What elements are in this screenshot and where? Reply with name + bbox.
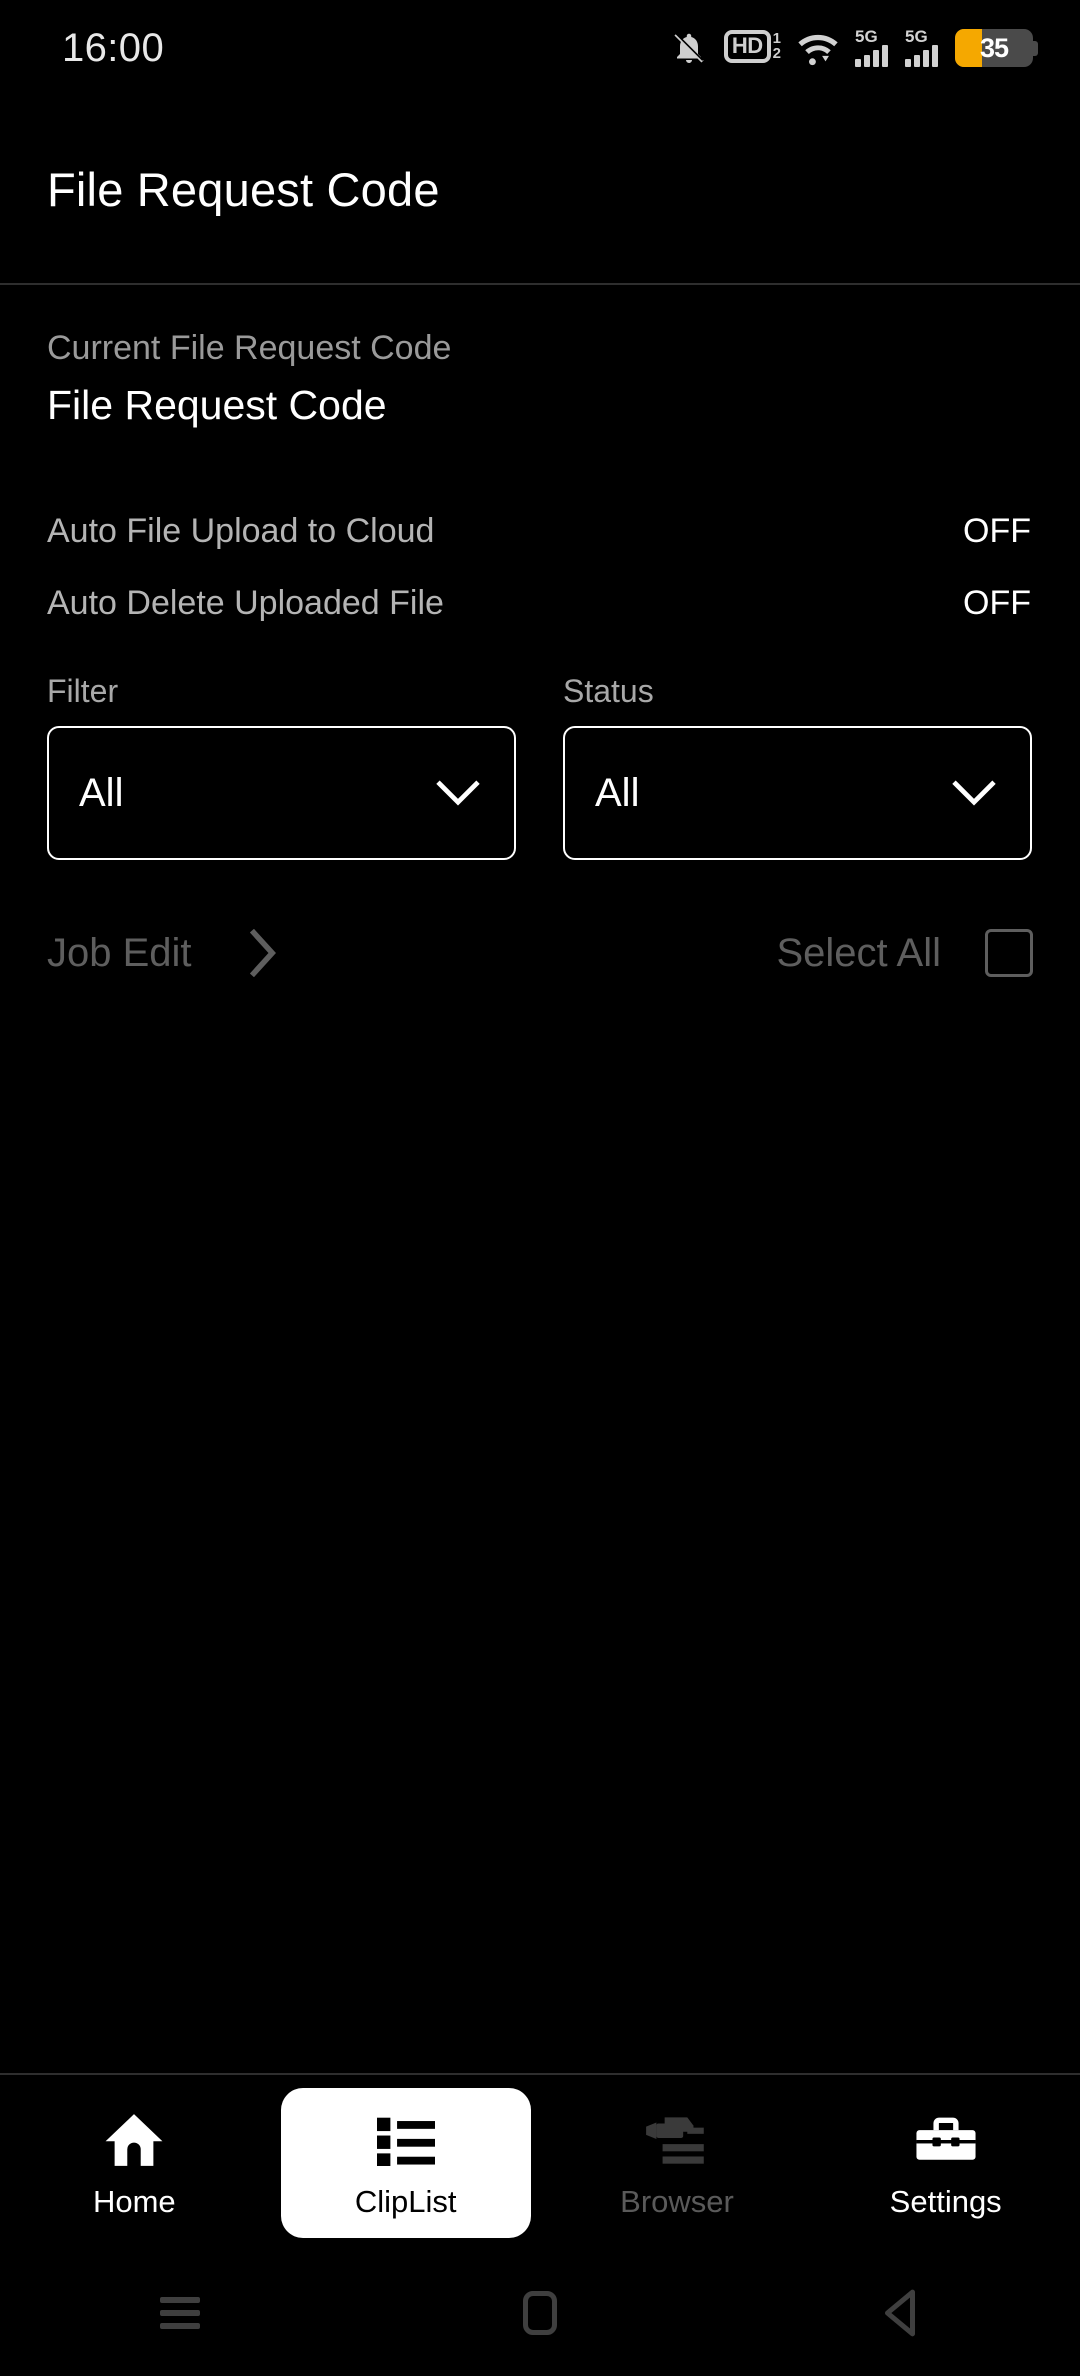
option-label: Auto File Upload to Cloud: [47, 511, 435, 550]
job-action-row: Job Edit Select All: [0, 918, 1080, 988]
filter-select[interactable]: All: [47, 726, 516, 860]
android-navigation-bar: [0, 2250, 1080, 2376]
status-select[interactable]: All: [563, 726, 1032, 860]
chevron-down-icon: [952, 780, 996, 806]
phone-screen: 16:00 HD 1 2 5G 5G 35 File Request Code …: [0, 0, 1080, 2376]
hd-sim-2: 2: [772, 45, 781, 62]
status-column: Status All: [563, 673, 1032, 860]
option-row-auto-delete[interactable]: Auto Delete Uploaded File OFF: [0, 567, 1080, 639]
hd-sim-indicators: 1 2: [773, 30, 781, 61]
battery-icon: 35: [955, 29, 1038, 67]
home-square-glyph: [523, 2291, 557, 2335]
current-code-label: Current File Request Code: [47, 329, 452, 367]
recents-glyph: [160, 2297, 200, 2329]
option-value: OFF: [963, 511, 1031, 550]
chevron-down-icon: [436, 780, 480, 806]
status-select-value: All: [595, 770, 640, 815]
job-edit-label: Job Edit: [47, 930, 192, 975]
main-content: Current File Request Code File Request C…: [0, 285, 1080, 988]
job-edit-button[interactable]: Job Edit: [47, 928, 276, 978]
home-square-icon[interactable]: [505, 2283, 575, 2343]
status-bar-clock: 16:00: [62, 25, 165, 70]
battery-level-label: 35: [979, 32, 1009, 63]
back-triangle-icon[interactable]: [865, 2283, 935, 2343]
nav-item-home[interactable]: Home: [0, 2088, 269, 2238]
filter-column: Filter All: [47, 673, 516, 860]
select-all-label: Select All: [776, 930, 941, 975]
filter-bar: Filter All Status All: [0, 673, 1080, 860]
network-type-label-1: 5G: [855, 27, 878, 46]
list-icon: [376, 2106, 435, 2174]
nav-label: Home: [92, 2183, 176, 2219]
nav-item-cliplist[interactable]: ClipList: [280, 2087, 531, 2238]
signal-bars-2: [905, 45, 938, 67]
mute-bell-icon: [671, 30, 707, 66]
hd-icon: HD 1 2: [723, 30, 781, 66]
nav-label: Browser: [620, 2183, 734, 2219]
battery-tip: [1033, 40, 1038, 56]
battery-fill: [955, 29, 983, 67]
wifi-icon: [798, 30, 838, 66]
filter-label: Filter: [47, 673, 119, 709]
recents-icon[interactable]: [145, 2283, 215, 2343]
current-code-value: File Request Code: [47, 382, 387, 428]
toolbox-icon: [914, 2106, 978, 2174]
dashcam-browser-icon: [642, 2106, 712, 2174]
signal-5g-icon: 5G: [855, 27, 888, 67]
network-type-label-2: 5G: [905, 27, 928, 46]
status-bar: 16:00 HD 1 2 5G 5G 35: [0, 0, 1080, 96]
nav-label: Settings: [889, 2183, 1002, 2219]
status-bar-icons: HD 1 2 5G 5G 35: [671, 27, 1038, 67]
signal-bars-1: [855, 45, 888, 67]
page-header: File Request Code: [0, 96, 1080, 283]
nav-item-browser[interactable]: Browser: [543, 2088, 812, 2238]
select-all-control[interactable]: Select All: [776, 929, 1033, 977]
select-all-checkbox[interactable]: [985, 929, 1033, 977]
bottom-navigation: Home ClipList Browser Settings: [0, 2075, 1080, 2250]
current-code-section: Current File Request Code File Request C…: [0, 285, 1080, 433]
nav-label: ClipList: [354, 2183, 457, 2219]
nav-item-settings[interactable]: Settings: [811, 2088, 1080, 2238]
signal-5g-icon-2: 5G: [905, 27, 938, 67]
hd-sim-1: 1: [772, 30, 781, 47]
option-label: Auto Delete Uploaded File: [47, 583, 444, 622]
status-label: Status: [563, 673, 654, 709]
home-icon: [103, 2106, 165, 2174]
option-value: OFF: [963, 583, 1031, 622]
option-row-auto-upload[interactable]: Auto File Upload to Cloud OFF: [0, 495, 1080, 567]
filter-select-value: All: [79, 770, 124, 815]
chevron-right-icon: [249, 928, 276, 978]
hd-label: HD: [723, 30, 771, 63]
page-title: File Request Code: [47, 163, 440, 216]
battery-body: 35: [955, 29, 1033, 67]
